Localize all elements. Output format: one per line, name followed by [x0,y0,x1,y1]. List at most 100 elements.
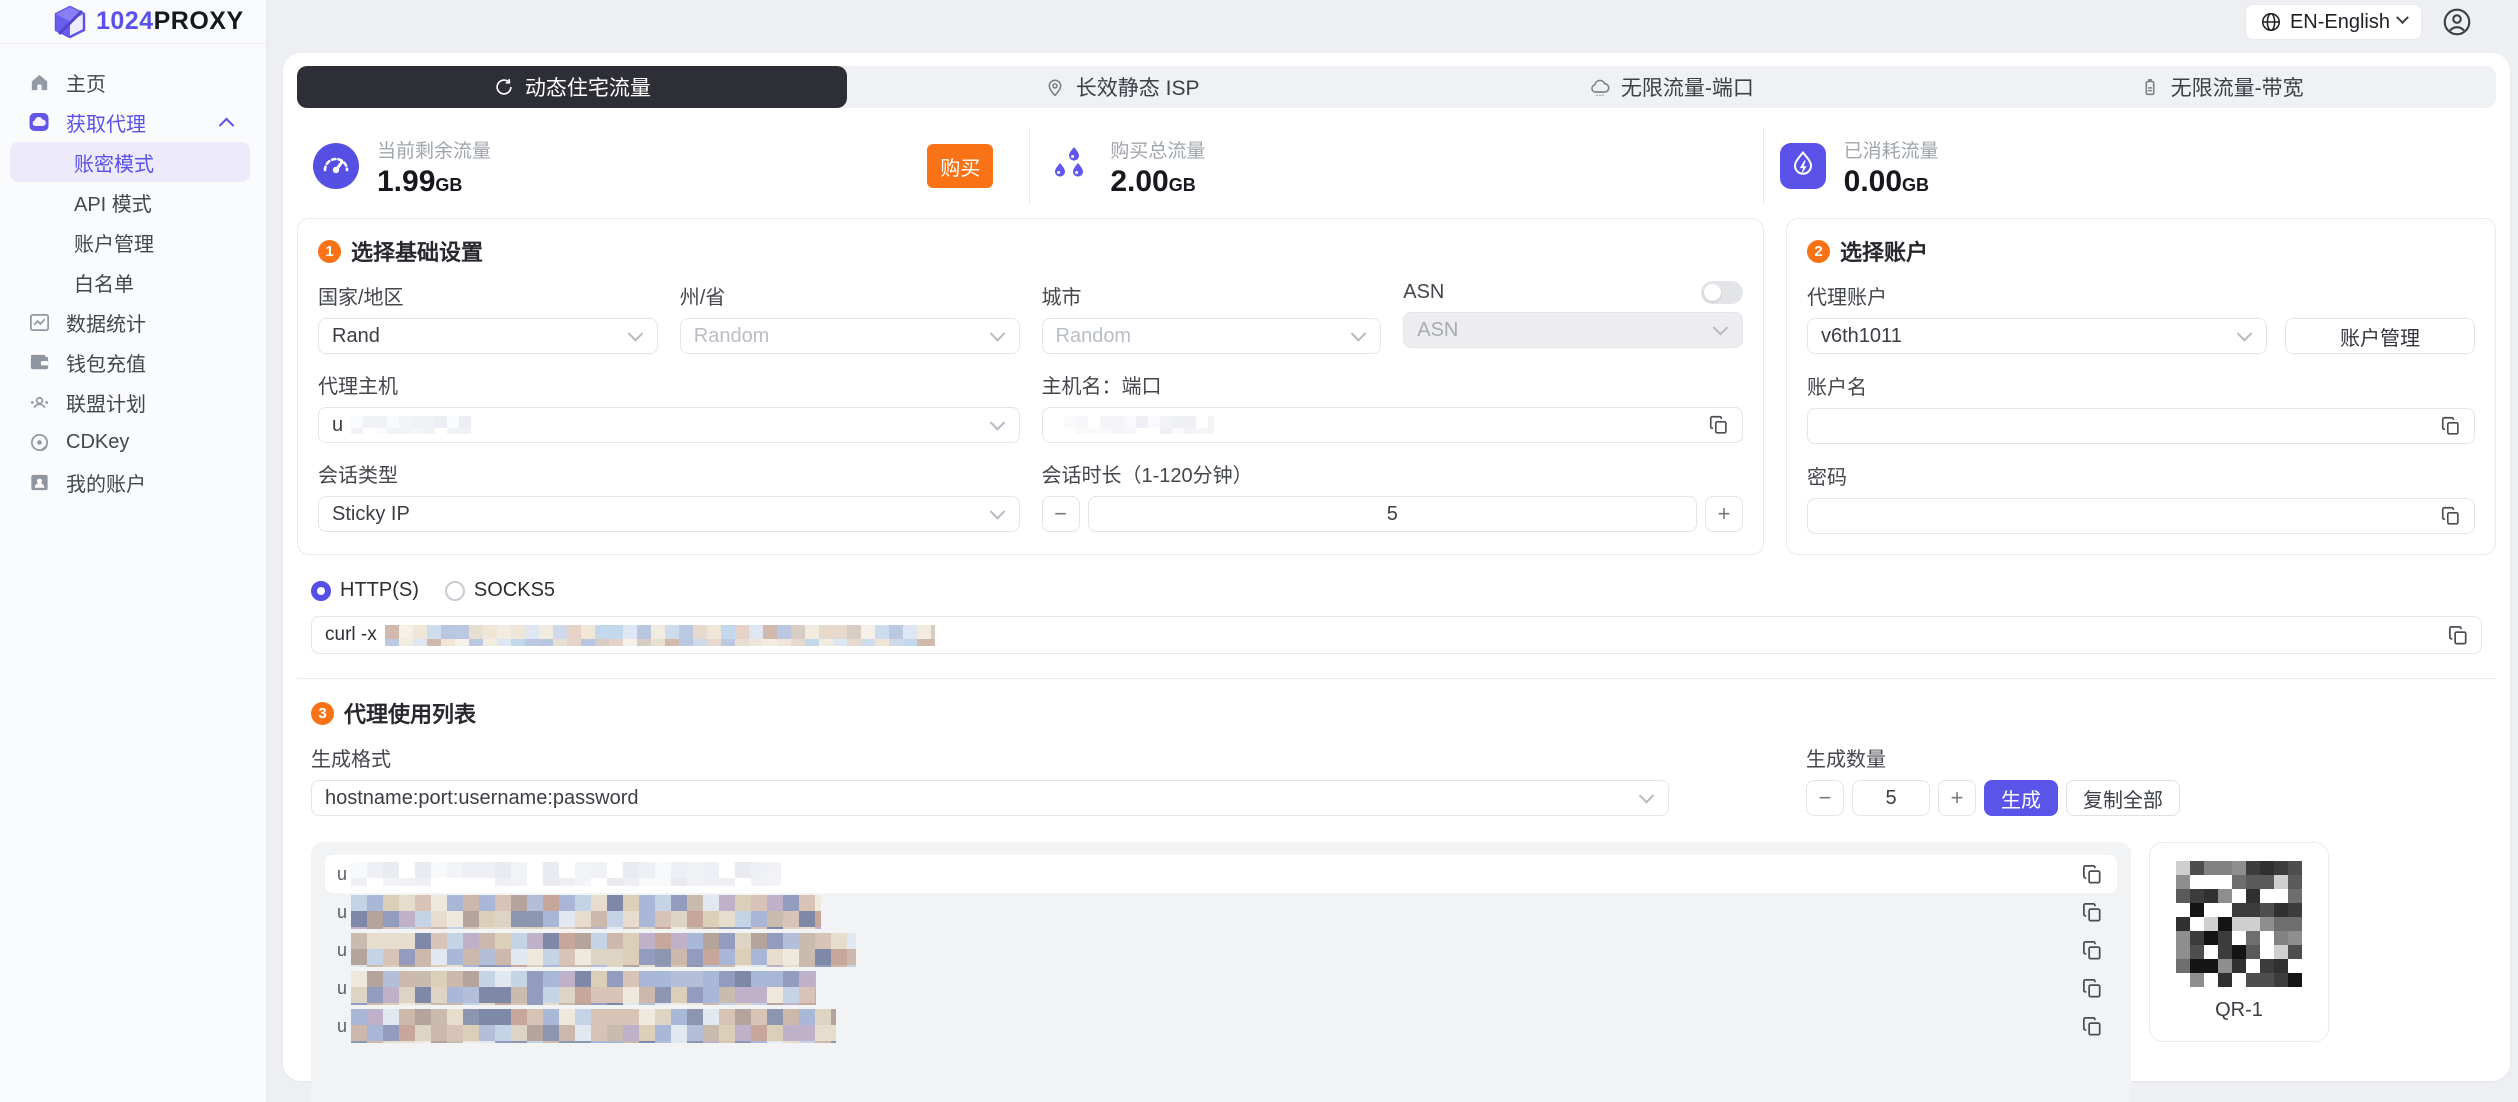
copy-row-button[interactable] [2079,975,2105,1001]
field-session-type: 会话类型 Sticky IP [318,459,1020,532]
sidebar-item-credential-mode[interactable]: 账密模式 [10,142,250,182]
proxy-account-select[interactable]: v6th1011 [1807,318,2267,354]
proxy-list-row: u [325,855,2117,893]
copy-hostname-button[interactable] [1706,412,1732,438]
cloud-icon [1589,76,1611,98]
sidebar-item-cdkey[interactable]: CDKey [0,422,266,462]
copy-username-button[interactable] [2438,413,2464,439]
asn-toggle[interactable] [1701,281,1743,304]
copy-password-button[interactable] [2438,503,2464,529]
user-avatar-button[interactable] [2440,5,2474,39]
sidebar-item-home[interactable]: 主页 [0,62,266,102]
copy-all-button[interactable]: 复制全部 [2066,780,2180,816]
field-generate-count: 生成数量 − 5 + 生成 复制全部 [1806,743,2180,816]
battery-icon [2139,76,2161,98]
format-label: 生成格式 [311,743,1669,772]
stat-remaining-traffic: 当前剩余流量 1.99GB 购买 [297,128,1029,204]
duration-minus-button[interactable]: − [1042,496,1080,532]
proxy-list-row: u [325,1007,2117,1045]
buy-button[interactable]: 购买 [927,144,993,188]
state-select[interactable]: Random [680,318,1020,354]
sidebar-item-whitelist[interactable]: 白名单 [0,262,250,302]
format-value: hostname:port:username:password [325,787,639,810]
redacted-proxy-string [351,933,856,967]
sidebar-item-label: 数据统计 [66,308,146,337]
tab-dynamic-residential[interactable]: 动态住宅流量 [297,66,847,108]
hostname-port-input[interactable] [1042,407,1744,443]
stat-label: 已消耗流量 [1844,136,1939,163]
proxy-row-prefix: u [337,978,347,999]
stat-number: 2.00 [1110,165,1168,198]
format-select[interactable]: hostname:port:username:password [311,780,1669,816]
proxy-icon [26,109,52,135]
proxy-account-value: v6th1011 [1821,325,1902,348]
proxy-list-section: 3 代理使用列表 生成格式 hostname:port:username:pas… [311,697,2482,816]
copy-curl-button[interactable] [2445,622,2471,648]
duration-input[interactable]: 5 [1088,496,1698,532]
qr-code-image [2176,861,2302,987]
city-select[interactable]: Random [1042,318,1382,354]
product-tabbar: 动态住宅流量 长效静态 ISP 无限流量-端口 无限流量-带宽 [297,66,2496,108]
copy-row-button[interactable] [2079,1013,2105,1039]
settings-row: 1 选择基础设置 国家/地区 Rand 州/省 Random 城市 Random [297,218,2496,555]
sidebar-item-wallet[interactable]: 钱包充值 [0,342,266,382]
proxy-host-select[interactable]: u [318,407,1020,443]
chart-icon [26,309,52,335]
hostname-port-label: 主机名：端口 [1042,370,1744,399]
protocol-socks5-label: SOCKS5 [474,579,555,602]
account-manage-button[interactable]: 账户管理 [2285,318,2475,354]
count-input[interactable]: 5 [1852,780,1930,816]
brand-accent: 1024 [96,7,154,35]
proxy-account-label: 代理账户 [1807,281,2475,310]
stat-label: 购买总流量 [1110,136,1205,163]
sidebar-item-api-mode[interactable]: API 模式 [0,182,250,222]
tab-static-isp[interactable]: 长效静态 ISP [847,66,1397,108]
sidebar-item-label: 白名单 [74,268,134,297]
id-card-icon [26,469,52,495]
proxy-list-row: u [325,893,2117,931]
sidebar-item-account-management[interactable]: 账户管理 [0,222,250,262]
copy-row-button[interactable] [2079,899,2105,925]
home-icon [26,69,52,95]
tab-label: 动态住宅流量 [525,72,651,102]
tab-unlimited-port[interactable]: 无限流量-端口 [1397,66,1947,108]
results-row: u u u u [311,842,2482,1102]
sidebar-item-label: 账户管理 [74,228,154,257]
count-plus-button[interactable]: + [1938,780,1976,816]
tab-label: 无限流量-端口 [1621,72,1754,102]
main-content-card: 动态住宅流量 长效静态 ISP 无限流量-端口 无限流量-带宽 当前剩余流量 [283,53,2510,1081]
tab-unlimited-bandwidth[interactable]: 无限流量-带宽 [1946,66,2496,108]
qr-code-card[interactable]: QR-1 [2149,842,2329,1042]
asn-placeholder: ASN [1417,319,1458,342]
copy-row-button[interactable] [2079,861,2105,887]
session-type-select[interactable]: Sticky IP [318,496,1020,532]
duration-plus-button[interactable]: + [1705,496,1743,532]
curl-command-field[interactable]: curl -x [311,616,2482,654]
sidebar-item-get-proxy[interactable]: 获取代理 [0,102,266,142]
username-input[interactable] [1807,408,2475,444]
country-select[interactable]: Rand [318,318,658,354]
count-minus-button[interactable]: − [1806,780,1844,816]
sidebar-item-affiliate[interactable]: 联盟计划 [0,382,266,422]
language-selector[interactable]: EN-English [2245,4,2422,40]
protocol-socks5-option[interactable]: SOCKS5 [445,579,555,602]
protocol-http-option[interactable]: HTTP(S) [311,579,419,602]
step-badge: 3 [311,702,334,725]
asn-select[interactable]: ASN [1403,312,1743,348]
topbar: EN-English [267,0,2518,44]
sidebar-item-label: 主页 [66,68,106,97]
count-value: 5 [1885,787,1896,810]
account-section: 2 选择账户 代理账户 v6th1011 账户管理 账户名 密码 [1786,218,2496,555]
generator-controls: 生成格式 hostname:port:username:password 生成数… [311,743,2482,816]
logo[interactable]: 1024PROXY [0,0,266,44]
duration-value: 5 [1387,503,1398,526]
copy-row-button[interactable] [2079,937,2105,963]
sidebar-item-statistics[interactable]: 数据统计 [0,302,266,342]
sidebar-item-label: CDKey [66,431,129,454]
redacted-proxy-string [351,862,781,886]
sidebar-item-my-account[interactable]: 我的账户 [0,462,266,502]
stat-value: 2.00GB [1110,167,1205,197]
generate-button[interactable]: 生成 [1984,780,2058,816]
city-label: 城市 [1042,281,1382,310]
password-input[interactable] [1807,498,2475,534]
